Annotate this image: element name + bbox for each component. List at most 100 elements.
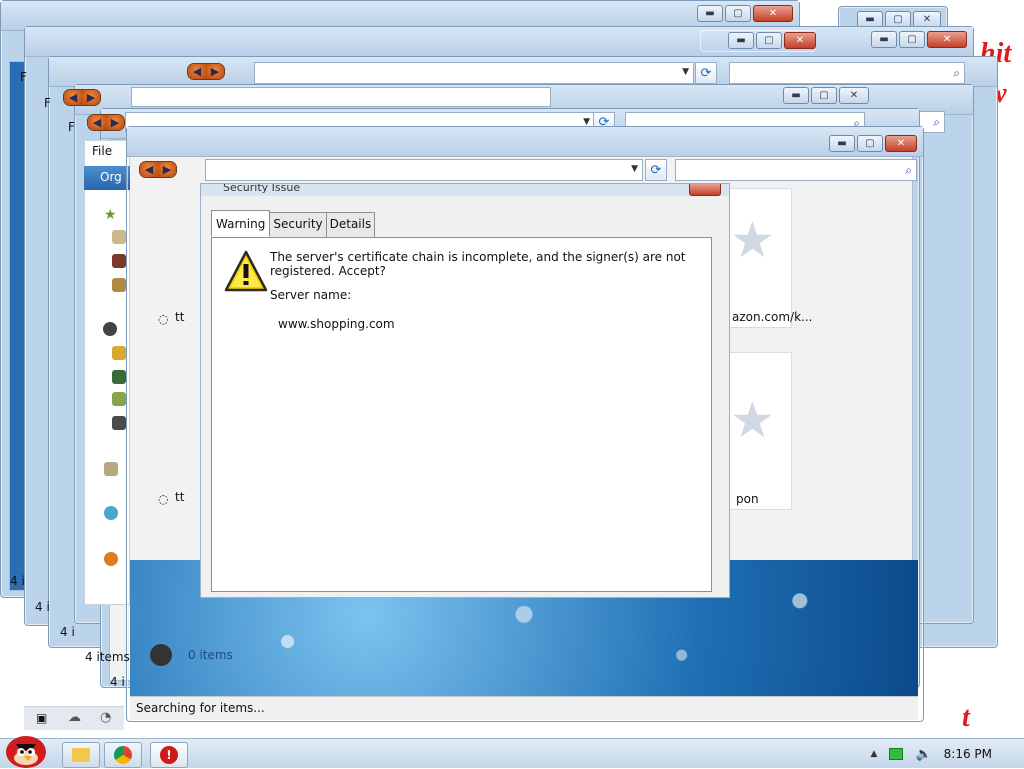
opera-icon: ! <box>160 746 178 764</box>
nav-buttons: ◀ ▶ <box>139 161 177 178</box>
item-icon[interactable] <box>112 392 126 406</box>
cloud-icon[interactable]: ☁ <box>68 710 81 725</box>
forward-icon[interactable]: ▶ <box>106 115 124 130</box>
menu-fragment: F <box>68 120 75 134</box>
window-titlebar[interactable] <box>127 127 923 157</box>
dialog-title: Security Issue <box>201 184 729 196</box>
close-button[interactable]: ✕ <box>839 87 869 104</box>
taskbar-explorer-button[interactable] <box>62 742 100 768</box>
sidebar-toggle-icon[interactable]: ▣ <box>36 711 47 725</box>
maximize-button[interactable]: ▢ <box>899 31 925 48</box>
clock[interactable]: 8:16 PM <box>944 747 992 761</box>
network-icon[interactable] <box>889 748 904 760</box>
wallpaper-text-3: t <box>962 702 970 733</box>
close-button[interactable]: ✕ <box>753 5 793 22</box>
minimize-button[interactable]: ▬ <box>871 31 897 48</box>
maximize-button[interactable]: ▢ <box>857 135 883 152</box>
items-count-fragment: 4 i <box>10 574 25 588</box>
server-name-label: Server name: <box>270 288 352 302</box>
circle-icon[interactable] <box>103 322 117 336</box>
tab-details[interactable]: Details <box>325 212 376 237</box>
search-box[interactable]: ⌕ <box>675 159 917 181</box>
system-tray: ▲ 🔈 8:16 PM <box>871 739 1024 769</box>
window-caption-buttons: ▬ ▢ ✕ <box>728 32 816 49</box>
window-caption-buttons: ▬ ▢ ✕ <box>783 87 869 104</box>
start-button-icon[interactable] <box>2 730 52 768</box>
tab-security[interactable]: Security <box>269 212 327 237</box>
taskbar: ! ▲ 🔈 8:16 PM <box>0 738 1024 768</box>
menu-fragment: F <box>20 70 27 84</box>
reload-button[interactable]: ⟳ <box>645 159 667 181</box>
items-count-fragment: 4 i <box>60 625 75 639</box>
taskbar-opera-button[interactable]: ! <box>150 742 188 768</box>
organize-header[interactable]: Org <box>84 166 130 190</box>
chrome-icon <box>114 746 132 764</box>
items-count-fragment: 4 i <box>110 675 125 689</box>
forward-icon[interactable]: ▶ <box>82 90 100 105</box>
show-hidden-icons-icon[interactable]: ▲ <box>871 749 878 759</box>
minimize-button[interactable]: ▬ <box>697 5 723 22</box>
item-icon[interactable] <box>112 370 126 384</box>
search-box[interactable]: ⌕ <box>729 62 965 84</box>
file-menu[interactable]: File <box>92 144 112 158</box>
maximize-button[interactable]: ▢ <box>756 32 782 49</box>
address-bar[interactable]: ▼ <box>254 62 694 84</box>
window-caption-buttons: ▬ ▢ ✕ <box>871 31 967 48</box>
bookmark-star-icon[interactable]: ★ <box>104 207 118 223</box>
dropdown-icon[interactable]: ▼ <box>682 67 689 77</box>
warning-panel: The server's certificate chain is incomp… <box>211 237 712 592</box>
items-count: 0 items <box>188 648 233 662</box>
address-bar[interactable] <box>131 87 551 107</box>
window-titlebar[interactable] <box>25 27 973 57</box>
menu-fragment: F <box>44 96 51 110</box>
speed-icon[interactable]: ◔ <box>100 710 111 725</box>
minimize-button[interactable]: ▬ <box>728 32 754 49</box>
back-icon[interactable]: ◀ <box>140 162 158 177</box>
dialog-tabs: Warning Security Details <box>211 210 376 237</box>
forward-icon[interactable]: ▶ <box>206 64 224 79</box>
bottom-toolbar: ▣ ☁ ◔ <box>24 706 124 730</box>
search-icon[interactable]: ⌕ <box>953 66 960 81</box>
status-bar: Searching for items... <box>130 696 918 720</box>
window-caption-buttons: ▬ ▢ ✕ <box>697 5 793 22</box>
maximize-button[interactable]: ▢ <box>811 87 837 104</box>
item-icon[interactable] <box>112 416 126 430</box>
item-icon[interactable] <box>112 346 126 360</box>
maximize-button[interactable]: ▢ <box>725 5 751 22</box>
search-icon[interactable]: ⌕ <box>933 115 940 130</box>
volume-icon[interactable]: 🔈 <box>915 747 931 762</box>
close-button[interactable]: ✕ <box>885 135 917 152</box>
items-count-fragment: 4 i <box>35 600 50 614</box>
items-count: 4 items <box>85 650 130 664</box>
taskbar-chrome-button[interactable] <box>104 742 142 768</box>
window-caption-buttons: ▬ ▢ ✕ <box>829 135 917 152</box>
search-icon[interactable]: ⌕ <box>905 163 912 178</box>
warning-icon <box>224 250 268 292</box>
folder-icon[interactable] <box>112 230 126 244</box>
nav-buttons: ◀ ▶ <box>187 63 225 80</box>
tab-warning[interactable]: Warning <box>211 210 271 237</box>
tag-icon[interactable] <box>112 254 126 268</box>
history-icon[interactable] <box>112 278 126 292</box>
reload-button[interactable]: ⟳ <box>695 62 717 84</box>
lightning-icon[interactable] <box>104 552 118 566</box>
item-icon[interactable] <box>104 462 118 476</box>
warning-message: The server's certificate chain is incomp… <box>270 250 686 278</box>
dialog-close-button[interactable] <box>689 184 721 196</box>
close-button[interactable]: ✕ <box>927 31 967 48</box>
close-button[interactable]: ✕ <box>784 32 816 49</box>
status-icon <box>150 644 172 666</box>
forward-icon[interactable]: ▶ <box>158 162 176 177</box>
back-icon[interactable]: ◀ <box>188 64 206 79</box>
minimize-button[interactable]: ▬ <box>829 135 855 152</box>
server-name-value: www.shopping.com <box>278 317 395 331</box>
nav-buttons: ◀ ▶ <box>63 89 101 106</box>
item-icon[interactable] <box>104 506 118 520</box>
nav-buttons: ◀ ▶ <box>87 114 125 131</box>
address-bar[interactable]: ▼ <box>205 159 643 181</box>
security-issue-dialog: Security Issue Warning Security Details … <box>200 183 730 598</box>
back-icon[interactable]: ◀ <box>88 115 106 130</box>
dropdown-icon[interactable]: ▼ <box>631 164 638 174</box>
minimize-button[interactable]: ▬ <box>783 87 809 104</box>
back-icon[interactable]: ◀ <box>64 90 82 105</box>
